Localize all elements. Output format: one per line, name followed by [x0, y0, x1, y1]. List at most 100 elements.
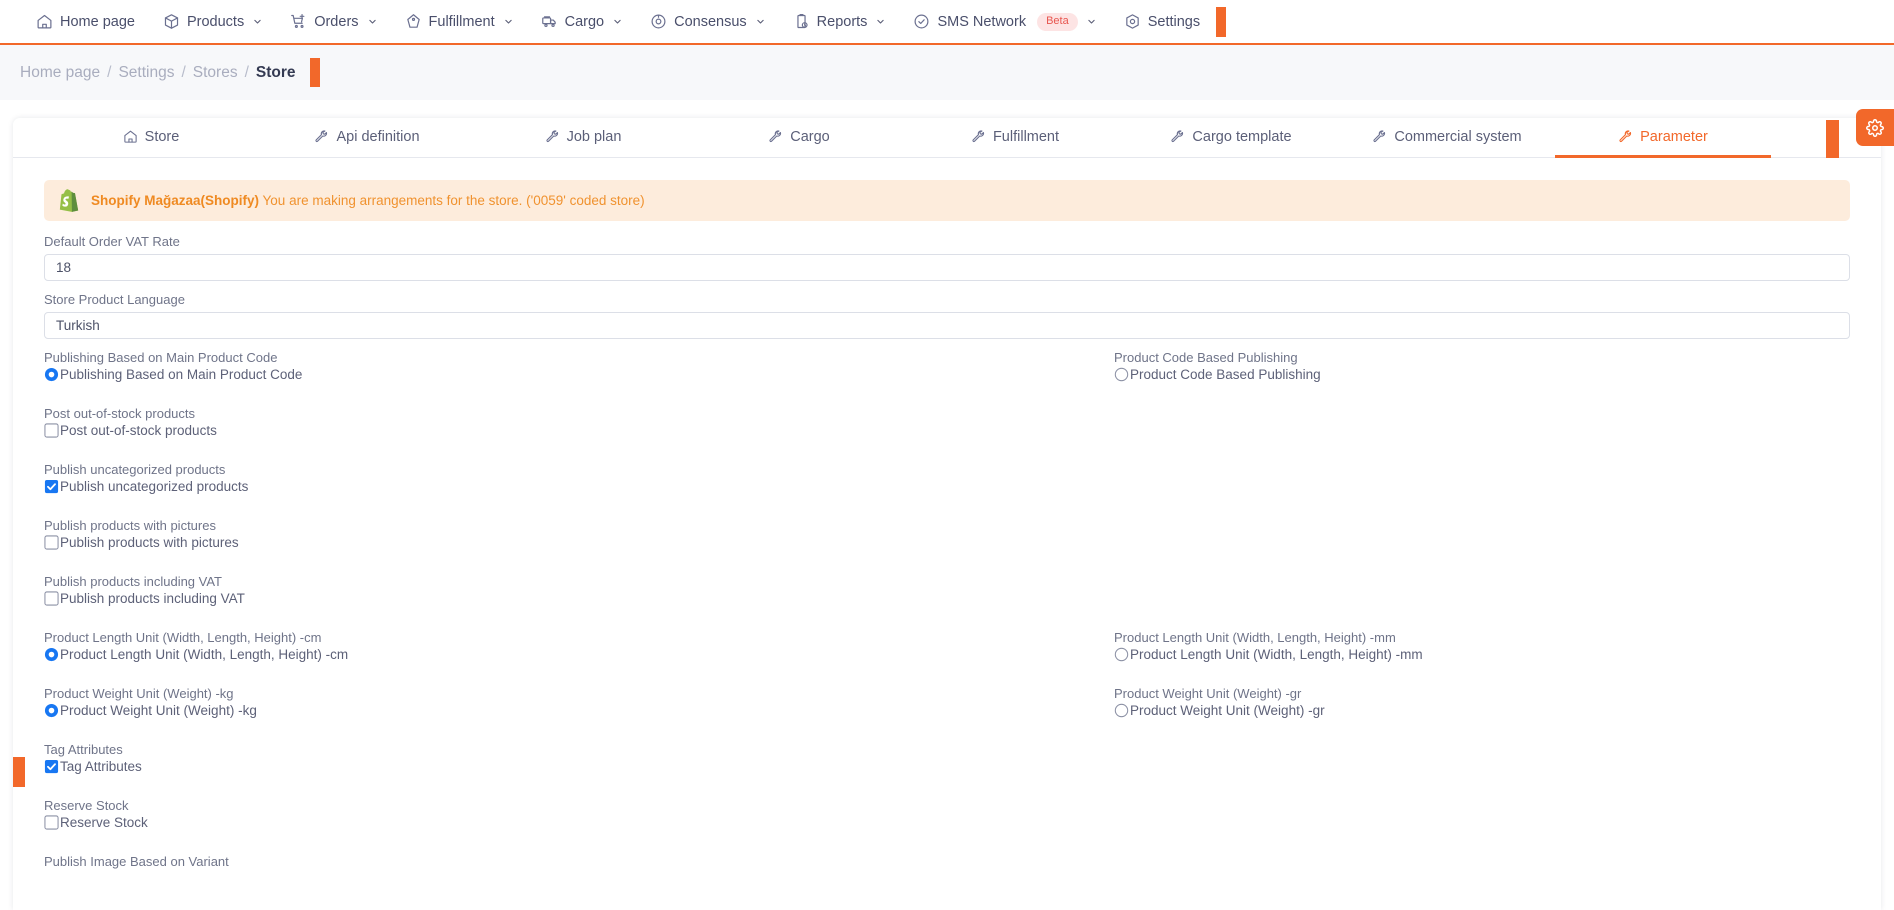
radio-button-unchecked-icon[interactable] [1114, 647, 1129, 662]
tab-label: Job plan [566, 128, 622, 145]
option-publish-products-including-vat: Publish products including VAT Publish pr… [44, 574, 947, 619]
option-title: Publish uncategorized products [44, 462, 226, 477]
checkbox-unchecked-icon[interactable] [44, 815, 59, 830]
option-choice[interactable]: Publish products with pictures [44, 534, 947, 551]
option-choice[interactable]: Product Weight Unit (Weight) -kg [44, 702, 947, 719]
radio-button-checked-icon[interactable] [44, 367, 59, 382]
nav-item-orders[interactable]: Orders [276, 0, 390, 44]
tab-api-definition[interactable]: Api definition [259, 118, 475, 158]
option-col-left: Publish Image Based on Variant [44, 854, 947, 910]
checkbox-checked-icon[interactable] [44, 759, 59, 774]
nav-item-cargo[interactable]: Cargo [527, 0, 637, 44]
option-choice-label: Publishing Based on Main Product Code [60, 367, 303, 382]
breadcrumb-item-stores[interactable]: Stores [193, 64, 238, 82]
breadcrumb-item-store: Store [255, 63, 296, 81]
radio-button-unchecked-icon[interactable] [1114, 703, 1129, 718]
tab-store[interactable]: Store [43, 118, 259, 158]
checkbox-unchecked-icon[interactable] [44, 423, 59, 438]
option-title: Publishing Based on Main Product Code [44, 350, 278, 365]
checkbox-unchecked-icon[interactable] [44, 535, 59, 550]
nav-item-home-page[interactable]: Home page [22, 0, 149, 44]
cursor-marker-topnav [1216, 6, 1227, 37]
nav-item-consensus[interactable]: Consensus [636, 0, 779, 44]
radio-button-checked-icon[interactable] [44, 703, 59, 718]
tab-label: Cargo [790, 128, 830, 145]
option-choice[interactable]: Publish uncategorized products [44, 478, 947, 495]
cursor-marker-left-edge [13, 757, 25, 787]
field-label: Default Order VAT Rate [44, 234, 180, 249]
hexagon-gear-icon [1124, 13, 1141, 30]
option-col-left: Product Weight Unit (Weight) -kg Product … [44, 686, 947, 742]
option-title: Product Length Unit (Width, Length, Heig… [44, 630, 322, 645]
option-col-left: Publishing Based on Main Product Code Pub… [44, 350, 947, 406]
checkbox-checked-icon[interactable] [44, 479, 59, 494]
option-title: Product Weight Unit (Weight) -gr [1114, 686, 1302, 701]
option-choice-label: Product Weight Unit (Weight) -kg [60, 703, 257, 718]
radio-button-checked-icon[interactable] [44, 647, 59, 662]
check-circle-icon [913, 13, 930, 30]
option-product-length-unit-width-length-height-cm: Product Length Unit (Width, Length, Heig… [44, 630, 947, 675]
box-icon [163, 13, 180, 30]
nav-item-fulfillment[interactable]: Fulfillment [391, 0, 527, 44]
wrench-icon [1618, 129, 1633, 144]
option-title: Tag Attributes [44, 742, 123, 757]
option-choice-label: Product Code Based Publishing [1130, 367, 1321, 382]
nav-item-sms-network[interactable]: SMS Network Beta [899, 0, 1109, 44]
option-choice[interactable]: Publish products including VAT [44, 590, 947, 607]
cursor-marker-tabbar [1826, 120, 1839, 158]
option-product-weight-unit-weight-kg: Product Weight Unit (Weight) -kg Product … [44, 686, 947, 731]
default-order-vat-rate-input[interactable] [44, 254, 1850, 281]
tag-icon [405, 13, 422, 30]
option-choice-label: Reserve Stock [60, 815, 148, 830]
tab-commercial-system[interactable]: Commercial system [1339, 118, 1555, 158]
option-choice[interactable]: Product Length Unit (Width, Length, Heig… [1114, 646, 1850, 663]
tab-label: Commercial system [1394, 128, 1522, 145]
breadcrumb-item-home-page[interactable]: Home page [20, 64, 100, 82]
tab-cargo[interactable]: Cargo [691, 118, 907, 158]
option-group-publish-image-based-on-variant: Publish Image Based on Variant [44, 854, 1850, 910]
field-label: Store Product Language [44, 292, 185, 307]
nav-item-label: Home page [60, 13, 135, 30]
settings-gear-fab-button[interactable] [1856, 109, 1894, 146]
nav-item-reports[interactable]: Reports [779, 0, 900, 44]
option-choice[interactable]: Reserve Stock [44, 814, 947, 831]
option-publish-uncategorized-products: Publish uncategorized products Publish un… [44, 462, 947, 507]
tab-label: Parameter [1640, 128, 1708, 145]
wrench-icon [971, 129, 986, 144]
nav-item-label: Products [186, 13, 245, 30]
tab-job-plan[interactable]: Job plan [475, 118, 691, 158]
option-group-reserve-stock: Reserve Stock Reserve Stock [44, 798, 1850, 854]
option-group-publish-products-with-pictures: Publish products with pictures Publish pr… [44, 518, 1850, 574]
option-col-left: Publish uncategorized products Publish un… [44, 462, 947, 518]
option-choice[interactable]: Tag Attributes [44, 758, 947, 775]
tab-cargo-template[interactable]: Cargo template [1123, 118, 1339, 158]
option-choice[interactable]: Product Length Unit (Width, Length, Heig… [44, 646, 947, 663]
option-choice-label: Publish products with pictures [60, 535, 239, 550]
option-col-right [947, 518, 1850, 574]
home-icon [123, 129, 138, 144]
option-choice[interactable]: Post out-of-stock products [44, 422, 947, 439]
target-icon [650, 13, 667, 30]
nav-item-label: Reports [816, 13, 868, 30]
nav-item-products[interactable]: Products [149, 0, 276, 44]
chevron-down-icon [253, 17, 262, 26]
radio-button-unchecked-icon[interactable] [1114, 367, 1129, 382]
option-group-product-weight-unit-weight-kg: Product Weight Unit (Weight) -kg Product … [44, 686, 1850, 742]
nav-item-settings[interactable]: Settings [1110, 0, 1214, 44]
store-product-language-input[interactable] [44, 312, 1850, 339]
option-group-publish-products-including-vat: Publish products including VAT Publish pr… [44, 574, 1850, 630]
option-choice[interactable]: Product Code Based Publishing [1114, 366, 1850, 383]
nav-item-label: Consensus [674, 13, 747, 30]
option-tag-attributes: Tag Attributes Tag Attributes [44, 742, 947, 787]
breadcrumb-item-settings[interactable]: Settings [118, 64, 174, 82]
cursor-marker-breadcrumb [309, 58, 320, 87]
tab-fulfillment[interactable]: Fulfillment [907, 118, 1123, 158]
option-choice[interactable]: Publishing Based on Main Product Code [44, 366, 947, 383]
tab-parameter[interactable]: Parameter [1555, 118, 1771, 158]
option-choice-label: Product Length Unit (Width, Length, Heig… [60, 647, 349, 662]
option-col-left: Publish products including VAT Publish pr… [44, 574, 947, 630]
option-choice[interactable]: Product Weight Unit (Weight) -gr [1114, 702, 1850, 719]
option-choice-label: Product Length Unit (Width, Length, Heig… [1130, 647, 1423, 662]
checkbox-unchecked-icon[interactable] [44, 591, 59, 606]
option-product-length-unit-width-length-height-mm: Product Length Unit (Width, Length, Heig… [1114, 630, 1850, 675]
